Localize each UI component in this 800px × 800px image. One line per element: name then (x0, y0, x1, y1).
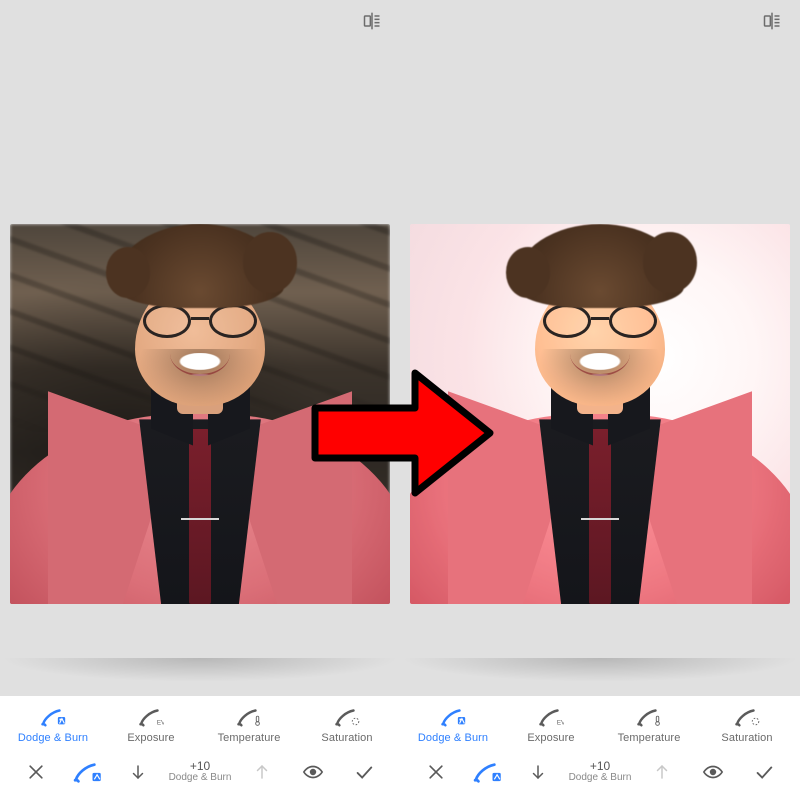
tool-label: Saturation (721, 732, 772, 744)
decrease-button[interactable] (118, 756, 158, 788)
brush-icon (440, 706, 466, 728)
active-brush-button[interactable] (467, 756, 507, 788)
topbar (400, 0, 800, 42)
apply-button[interactable] (744, 756, 784, 788)
app-root: Dodge & Burn EV Exposure (0, 0, 800, 800)
tool-label: Temperature (618, 732, 681, 744)
increase-button[interactable] (642, 756, 682, 788)
decrease-button[interactable] (518, 756, 558, 788)
value-label: Dodge & Burn (169, 773, 232, 784)
active-brush-button[interactable] (67, 756, 107, 788)
topbar (0, 0, 400, 42)
edit-controls: +10 Dodge & Burn (0, 750, 400, 800)
photo-before (10, 224, 390, 604)
brush-tools: Dodge & Burn EV Exposure (0, 696, 400, 750)
brush-icon (40, 706, 66, 728)
brush-icon (636, 706, 662, 728)
compare-icon[interactable] (762, 11, 782, 31)
apply-button[interactable] (344, 756, 384, 788)
stage-shadow (400, 658, 800, 682)
tool-temperature[interactable]: Temperature (207, 706, 291, 744)
tool-exposure[interactable]: EV Exposure (509, 706, 593, 744)
brush-icon (236, 706, 262, 728)
cancel-button[interactable] (416, 756, 456, 788)
tool-dodge-burn[interactable]: Dodge & Burn (411, 706, 495, 744)
tool-label: Exposure (527, 732, 574, 744)
tool-saturation[interactable]: Saturation (305, 706, 389, 744)
value-readout: +10 Dodge & Burn (569, 760, 632, 783)
image-stage[interactable] (0, 42, 400, 696)
tool-temperature[interactable]: Temperature (607, 706, 691, 744)
brush-icon: EV (538, 706, 564, 728)
tool-label: Dodge & Burn (418, 732, 488, 744)
brush-tools: Dodge & Burn EV Exposure (400, 696, 800, 750)
edit-controls: +10 Dodge & Burn (400, 750, 800, 800)
compare-panels: Dodge & Burn EV Exposure (0, 0, 800, 800)
tool-dodge-burn[interactable]: Dodge & Burn (11, 706, 95, 744)
svg-text:EV: EV (557, 719, 564, 726)
panel-after: Dodge & Burn EV Exposure (400, 0, 800, 800)
tool-label: Saturation (321, 732, 372, 744)
stage-shadow (0, 658, 400, 682)
compare-icon[interactable] (362, 11, 382, 31)
tool-label: Dodge & Burn (18, 732, 88, 744)
value-label: Dodge & Burn (569, 773, 632, 784)
value-readout: +10 Dodge & Burn (169, 760, 232, 783)
preview-button[interactable] (293, 756, 333, 788)
toolbar: Dodge & Burn EV Exposure (0, 696, 400, 800)
svg-text:EV: EV (157, 719, 164, 726)
brush-icon: EV (138, 706, 164, 728)
brush-icon (334, 706, 360, 728)
panel-before: Dodge & Burn EV Exposure (0, 0, 400, 800)
cancel-button[interactable] (16, 756, 56, 788)
tool-saturation[interactable]: Saturation (705, 706, 789, 744)
brush-icon (734, 706, 760, 728)
photo-after (410, 224, 790, 604)
increase-button[interactable] (242, 756, 282, 788)
preview-button[interactable] (693, 756, 733, 788)
tool-label: Temperature (218, 732, 281, 744)
toolbar: Dodge & Burn EV Exposure (400, 696, 800, 800)
tool-label: Exposure (127, 732, 174, 744)
tool-exposure[interactable]: EV Exposure (109, 706, 193, 744)
image-stage[interactable] (400, 42, 800, 696)
